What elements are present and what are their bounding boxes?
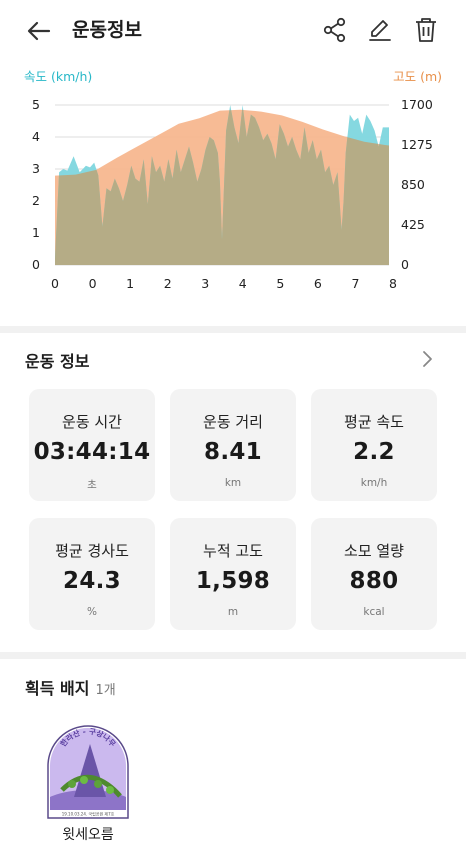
- stat-value: 880: [349, 568, 399, 594]
- badge-name: 윗세오름: [62, 827, 114, 843]
- y-right-tick-label: 425: [401, 217, 425, 232]
- speed-altitude-chart: 5 4 3 2 1 0 1700 1275 850 425 0 0 0 1 2 3 4 5 6 7 8 속도 (km/h…: [0, 60, 466, 326]
- x-tick-label: 6: [314, 276, 322, 291]
- stat-label: 소모 열량: [344, 542, 404, 560]
- chart-canvas: 5432101700127585042500 0 1 2 3 4 5 6 7 8 속도 (km/h…: [24, 69, 442, 291]
- stat-card-distance: 운동 거리 8.41 km: [170, 389, 296, 501]
- y-right-tick-label: 0: [401, 257, 409, 272]
- edit-icon: [369, 20, 391, 41]
- stat-label: 운동 시간: [62, 413, 122, 431]
- exercise-info-more-button[interactable]: [418, 349, 436, 369]
- x-tick-label: 0: [51, 276, 59, 291]
- y-left-tick-label: 4: [32, 129, 40, 144]
- stat-unit: 초: [87, 479, 97, 491]
- y-left-tick-label: 0: [32, 257, 40, 272]
- stat-unit: km: [224, 477, 242, 489]
- stat-value: 24.3: [63, 568, 121, 594]
- page-title: 운동정보: [72, 19, 142, 41]
- delete-button[interactable]: [412, 16, 440, 44]
- y-right-tick-label: 1700: [401, 97, 433, 112]
- y-right-tick-label: 850: [401, 177, 425, 192]
- x-tick-label: 0: [89, 276, 97, 291]
- right-axis-label: 고도 (m): [393, 69, 442, 84]
- trash-icon: [416, 18, 436, 42]
- stat-card-calories: 소모 열량 880 kcal: [311, 518, 437, 630]
- stat-unit: m: [227, 606, 239, 618]
- left-axis-label: 속도 (km/h): [24, 69, 92, 84]
- y-left-tick-label: 2: [32, 193, 40, 208]
- stat-card-time: 운동 시간 03:44:14 초: [29, 389, 155, 501]
- y-left-tick-label: 1: [32, 225, 40, 240]
- badges-title-text: 획득 배지: [25, 679, 90, 698]
- back-button[interactable]: [24, 16, 54, 46]
- stat-unit: km/h: [360, 477, 388, 489]
- stat-value: 03:44:14: [33, 439, 151, 465]
- section-divider: [0, 652, 466, 659]
- stat-card-avg-speed: 평균 속도 2.2 km/h: [311, 389, 437, 501]
- badge-fine-print: 19.10.03.24. 국립공원 제7호: [62, 811, 115, 817]
- y-right-tick-label: 1275: [401, 137, 433, 152]
- section-divider: [0, 326, 466, 333]
- exercise-info-title: 운동 정보: [25, 352, 90, 371]
- stat-label: 누적 고도: [203, 542, 263, 560]
- app-header: 운동정보: [0, 0, 466, 60]
- stat-card-elevation-gain: 누적 고도 1,598 m: [170, 518, 296, 630]
- x-tick-label: 7: [351, 276, 359, 291]
- stat-value: 8.41: [204, 439, 262, 465]
- stat-unit: %: [87, 606, 97, 618]
- badge-image: 한라산 - 구상나무 19.10.03.24. 국립공원 제7호: [47, 725, 129, 819]
- x-tick-label: 4: [239, 276, 247, 291]
- badges-count: 1개: [95, 683, 116, 698]
- x-tick-label: 5: [276, 276, 284, 291]
- badges-title: 획득 배지 1개: [25, 675, 116, 699]
- stat-value: 1,598: [195, 568, 271, 594]
- stat-card-avg-slope: 평균 경사도 24.3 %: [29, 518, 155, 630]
- stat-label: 평균 속도: [344, 413, 404, 431]
- badge-item[interactable]: 한라산 - 구상나무 19.10.03.24. 국립공원 제7호: [44, 722, 132, 822]
- y-left-tick-label: 3: [32, 161, 40, 176]
- x-tick-label: 1: [126, 276, 134, 291]
- share-icon: [323, 17, 346, 43]
- stat-unit: kcal: [363, 606, 385, 618]
- x-tick-label: 2: [164, 276, 172, 291]
- x-tick-label: 8: [389, 276, 397, 291]
- y-left-tick-label: 5: [32, 97, 40, 112]
- stat-label: 평균 경사도: [55, 542, 129, 560]
- stat-value: 2.2: [353, 439, 395, 465]
- edit-button[interactable]: [366, 16, 394, 44]
- arrow-left-icon: [27, 21, 51, 41]
- share-button[interactable]: [321, 16, 349, 44]
- x-tick-label: 3: [201, 276, 209, 291]
- chevron-right-icon: [423, 351, 432, 367]
- stat-label: 운동 거리: [203, 413, 263, 431]
